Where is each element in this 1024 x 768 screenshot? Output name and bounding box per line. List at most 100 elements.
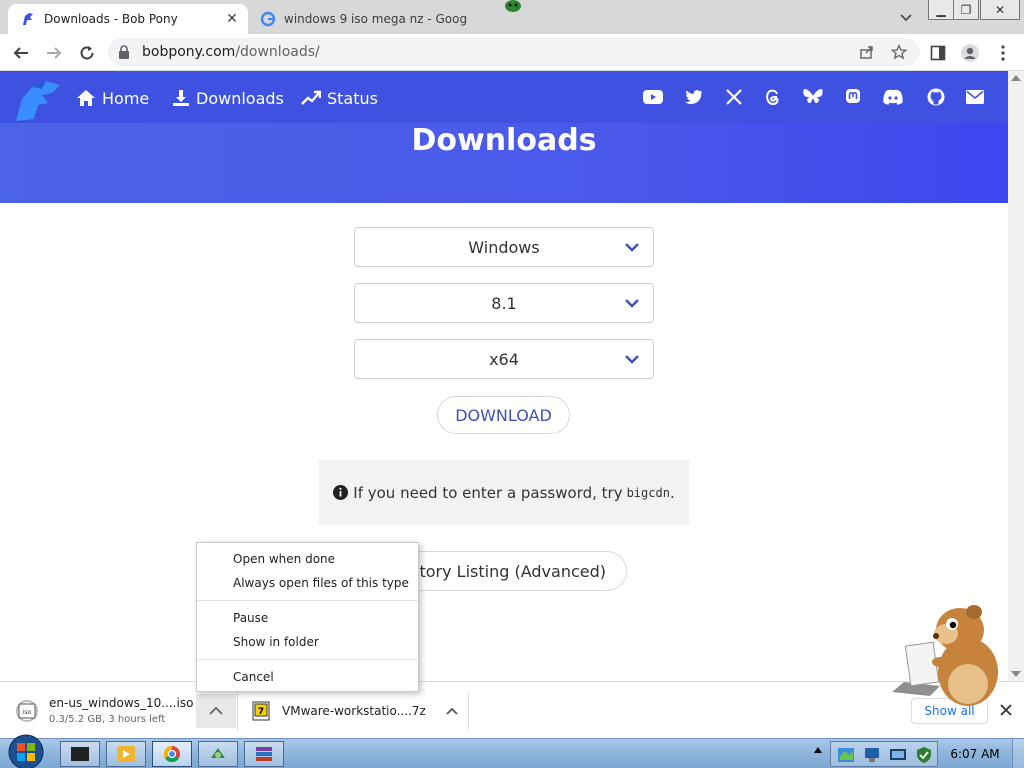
shelf-divider	[237, 692, 238, 730]
tray-display-icon[interactable]	[889, 746, 907, 764]
forward-arrow-icon[interactable]	[41, 40, 67, 66]
home-icon	[77, 90, 95, 106]
terminal-icon	[71, 747, 89, 761]
download-progress-text: 0.3/5.2 GB, 3 hours left	[49, 714, 166, 725]
back-arrow-icon[interactable]	[8, 40, 34, 66]
nav-status-label: Status	[327, 88, 378, 108]
share-icon[interactable]	[854, 39, 880, 65]
lock-icon[interactable]	[118, 44, 130, 63]
bookmark-star-icon[interactable]	[886, 39, 912, 65]
reload-icon[interactable]	[74, 40, 100, 66]
media-player-icon	[117, 746, 135, 762]
mastodon-icon[interactable]	[842, 86, 864, 108]
url-text: bobpony.com/downloads/	[142, 44, 320, 60]
notice-suffix: .	[669, 483, 675, 502]
menu-pause[interactable]: Pause	[233, 611, 268, 629]
trend-up-icon	[301, 90, 321, 105]
version-select-value: 8.1	[491, 293, 517, 313]
shelf-divider	[468, 692, 469, 730]
nav-downloads-link[interactable]: Downloads	[172, 87, 284, 109]
tray-expand-icon[interactable]	[814, 747, 822, 753]
page-scrollbar[interactable]	[1008, 71, 1024, 681]
tray-security-icon[interactable]	[915, 746, 933, 764]
os-select[interactable]: Windows	[354, 227, 654, 267]
google-favicon-icon	[260, 11, 276, 27]
nav-status-link[interactable]: Status	[301, 87, 378, 109]
bobpony-logo-icon[interactable]	[12, 75, 64, 123]
scroll-down-icon[interactable]	[1011, 671, 1021, 677]
os-select-value: Windows	[468, 237, 540, 257]
close-window-button[interactable]: ✕	[980, 0, 1020, 20]
restore-button[interactable]: ❐	[953, 0, 979, 20]
download-shelf: iso en-us_windows_10....iso 0.3/5.2 GB, …	[0, 681, 1024, 738]
tray-network-icon[interactable]	[863, 746, 881, 764]
download-context-menu: Open when done Always open files of this…	[196, 542, 419, 692]
taskbar-winrar[interactable]	[244, 741, 284, 767]
bluesky-icon[interactable]	[802, 86, 824, 108]
browser-menu-icon[interactable]	[990, 40, 1016, 66]
chevron-down-icon	[209, 706, 223, 715]
nav-home-link[interactable]: Home	[76, 87, 149, 109]
system-tray	[830, 741, 938, 767]
taskbar-app-green[interactable]	[198, 741, 238, 767]
iso-file-icon: iso	[16, 699, 38, 722]
downloads-form: Windows 8.1 x64 DOWNLOAD If you need to …	[0, 203, 1008, 681]
download-filename: VMware-workstatio....7z	[282, 703, 426, 718]
tab-google-search[interactable]: windows 9 iso mega nz - Goog	[250, 4, 480, 34]
notice-text: If you need to enter a password, try	[353, 483, 623, 502]
show-desktop-button[interactable]	[1012, 739, 1024, 768]
arch-select[interactable]: x64	[354, 339, 654, 379]
page-title: Downloads	[411, 123, 597, 158]
address-bar[interactable]: bobpony.com/downloads/	[108, 38, 920, 66]
scroll-up-icon[interactable]	[1011, 75, 1021, 81]
nav-home-label: Home	[102, 88, 150, 108]
tab-strip: Downloads - Bob Pony ✕ windows 9 iso meg…	[0, 0, 1024, 34]
github-icon[interactable]	[925, 86, 947, 108]
minimize-button[interactable]: ▁	[928, 0, 954, 20]
windows-taskbar: 6:07 AM	[0, 734, 1024, 768]
menu-cancel[interactable]: Cancel	[233, 670, 274, 688]
url-host: bobpony.com	[142, 44, 236, 60]
menu-separator	[197, 659, 418, 660]
browser-toolbar: bobpony.com/downloads/	[0, 34, 1024, 71]
tab-close-icon[interactable]: ✕	[222, 9, 242, 29]
x-icon[interactable]	[723, 86, 745, 108]
taskbar-terminal-app[interactable]	[60, 741, 100, 767]
url-path: /downloads/	[235, 44, 320, 60]
menu-always-open-type[interactable]: Always open files of this type	[233, 576, 409, 594]
version-select[interactable]: 8.1	[354, 283, 654, 323]
7z-file-icon: 7	[252, 701, 270, 720]
youtube-icon[interactable]	[642, 86, 664, 108]
password-notice: If you need to enter a password, try big…	[319, 460, 689, 525]
tab-title: Downloads - Bob Pony	[44, 12, 178, 26]
arch-select-value: x64	[489, 349, 519, 369]
profile-avatar-icon[interactable]	[957, 40, 983, 66]
directory-listing-label: ectory Listing (Advanced)	[400, 561, 606, 581]
chevron-up-icon[interactable]	[446, 707, 458, 715]
network-icon	[211, 748, 225, 758]
chevron-down-icon	[625, 355, 639, 364]
chevron-down-icon	[625, 243, 639, 252]
download-options-button[interactable]	[196, 694, 236, 728]
taskbar-clock[interactable]: 6:07 AM	[942, 739, 1008, 768]
tab-title: windows 9 iso mega nz - Goog	[284, 12, 468, 26]
download-icon	[173, 90, 189, 106]
twitter-icon[interactable]	[683, 86, 705, 108]
menu-show-in-folder[interactable]: Show in folder	[233, 635, 319, 653]
tab-search-chevron-icon[interactable]	[896, 8, 916, 28]
side-panel-icon[interactable]	[925, 40, 951, 66]
info-icon	[333, 485, 349, 500]
tray-map-icon[interactable]	[837, 746, 855, 764]
tab-downloads-bob-pony[interactable]: Downloads - Bob Pony ✕	[8, 4, 248, 34]
threads-icon[interactable]	[762, 86, 784, 108]
bobpony-favicon-icon	[20, 11, 36, 27]
taskbar-media-player[interactable]	[106, 741, 146, 767]
menu-open-when-done[interactable]: Open when done	[233, 552, 335, 570]
page-hero: Downloads	[0, 123, 1008, 203]
download-button[interactable]: DOWNLOAD	[437, 396, 570, 434]
start-orb-icon[interactable]	[6, 733, 46, 768]
discord-icon[interactable]	[882, 86, 904, 108]
download-filename: en-us_windows_10....iso	[49, 696, 194, 710]
email-icon[interactable]	[964, 86, 986, 108]
taskbar-chrome[interactable]	[152, 741, 192, 767]
